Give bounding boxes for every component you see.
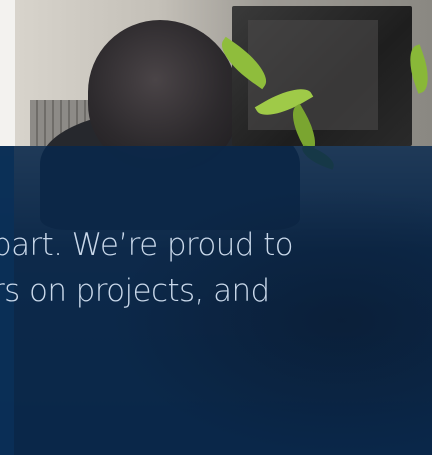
paragraph-line-1: part. We’re proud to (0, 227, 294, 263)
text-clip-region: part. We’re proud to rs on projects, and (0, 0, 432, 455)
paragraph-line-2: rs on projects, and (0, 273, 270, 309)
intro-paragraph: part. We’re proud to rs on projects, and (0, 222, 432, 314)
page: part. We’re proud to rs on projects, and (0, 0, 432, 455)
